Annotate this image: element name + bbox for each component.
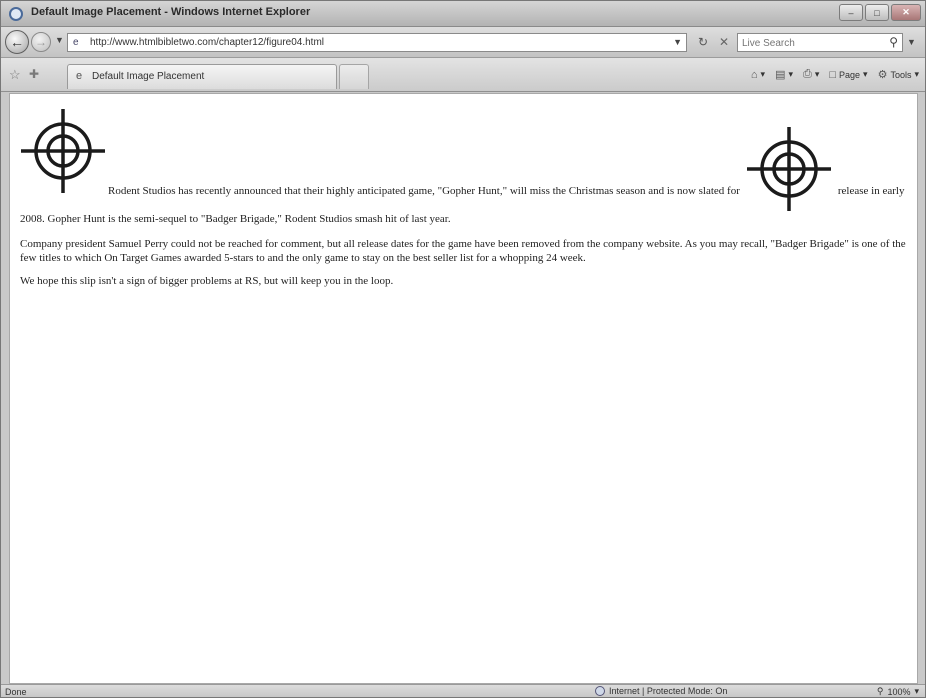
search-options-dropdown-icon[interactable]: ▼ [907, 37, 916, 47]
page-icon: □ [829, 68, 837, 81]
tab-bar: ☆ ✚ e Default Image Placement ⌂ ▾ ▤ ▾ ⎙ ▾ □… [1, 58, 925, 92]
close-button[interactable]: ✕ [891, 4, 921, 21]
page-menu-button[interactable]: □ Page ▾ [829, 69, 867, 81]
page-icon: e [73, 37, 79, 48]
search-input[interactable] [742, 36, 872, 50]
new-tab-button[interactable] [339, 64, 369, 89]
maximize-button[interactable]: □ [865, 4, 889, 21]
recent-pages-dropdown-icon[interactable]: ▼ [55, 35, 64, 45]
zoom-control[interactable]: ⚲ 100% ▾ [877, 686, 919, 697]
status-text: Done [5, 687, 27, 697]
article-paragraph-2: Company president Samuel Perry could not… [20, 238, 906, 264]
globe-icon [595, 686, 605, 696]
zoom-level: 100% [887, 686, 911, 697]
search-box[interactable]: ⚲ [737, 33, 903, 52]
tools-menu-label: Tools [890, 69, 912, 80]
add-favorites-icon[interactable]: ✚ [29, 67, 39, 81]
zoom-magnifier-icon: ⚲ [876, 686, 884, 696]
feeds-icon: ▤ [775, 69, 786, 81]
back-button[interactable]: ← [5, 30, 29, 54]
article-paragraph-1: Rodent Studios has recently announced th… [20, 108, 907, 226]
forward-button[interactable]: → [31, 32, 51, 52]
window-controls: – □ ✕ [839, 4, 921, 21]
stop-button[interactable]: ✕ [715, 34, 733, 51]
address-url[interactable]: http://www.htmlbibletwo.com/chapter12/fi… [90, 37, 650, 48]
tab-label: Default Image Placement [92, 71, 205, 82]
tools-menu-button[interactable]: ⚙ Tools ▾ [878, 68, 919, 81]
browser-window: Default Image Placement - Windows Intern… [0, 0, 926, 698]
favorites-star-icon[interactable]: ☆ [9, 67, 21, 83]
page-content: Rodent Studios has recently announced th… [10, 94, 917, 288]
page-viewport[interactable]: Rodent Studios has recently announced th… [9, 93, 918, 684]
security-zone[interactable]: Internet | Protected Mode: On [595, 686, 727, 696]
print-icon: ⎙ [803, 68, 812, 80]
home-icon: ⌂ [750, 68, 758, 81]
address-bar[interactable]: e http://www.htmlbibletwo.com/chapter12/… [67, 33, 687, 52]
command-bar: ⌂ ▾ ▤ ▾ ⎙ ▾ □ Page ▾ ⚙ Tools ▾ [751, 68, 919, 81]
title-bar: Default Image Placement - Windows Intern… [1, 1, 925, 27]
paragraph-1-text-a: Rodent Studios has recently announced th… [108, 185, 740, 197]
page-menu-label: Page [839, 69, 861, 80]
tools-gear-icon: ⚙ [877, 69, 888, 81]
article-paragraph-3: We hope this slip isn't a sign of bigger… [20, 275, 394, 287]
ie-logo-icon [9, 7, 23, 21]
tab-page-icon: e [76, 70, 83, 82]
window-title: Default Image Placement - Windows Intern… [31, 6, 311, 18]
search-icon[interactable]: ⚲ [889, 35, 898, 49]
status-bar: Done Internet | Protected Mode: On ⚲ 100… [1, 684, 925, 697]
minimize-button[interactable]: – [839, 4, 863, 21]
navigation-bar: ← → ▼ e http://www.htmlbibletwo.com/chap… [1, 27, 925, 58]
feeds-button[interactable]: ▤ ▾ [775, 68, 793, 81]
address-dropdown-icon[interactable]: ▼ [673, 37, 682, 47]
tab-default-image-placement[interactable]: e Default Image Placement [67, 64, 337, 89]
home-button[interactable]: ⌂ ▾ [751, 69, 765, 81]
zone-label: Internet | Protected Mode: On [609, 686, 728, 696]
refresh-button[interactable]: ↻ [693, 34, 713, 51]
crosshair-target-icon [746, 127, 831, 211]
zoom-dropdown-icon: ▾ [914, 686, 919, 696]
crosshair-target-icon [21, 109, 105, 193]
print-button[interactable]: ⎙ ▾ [803, 68, 819, 81]
